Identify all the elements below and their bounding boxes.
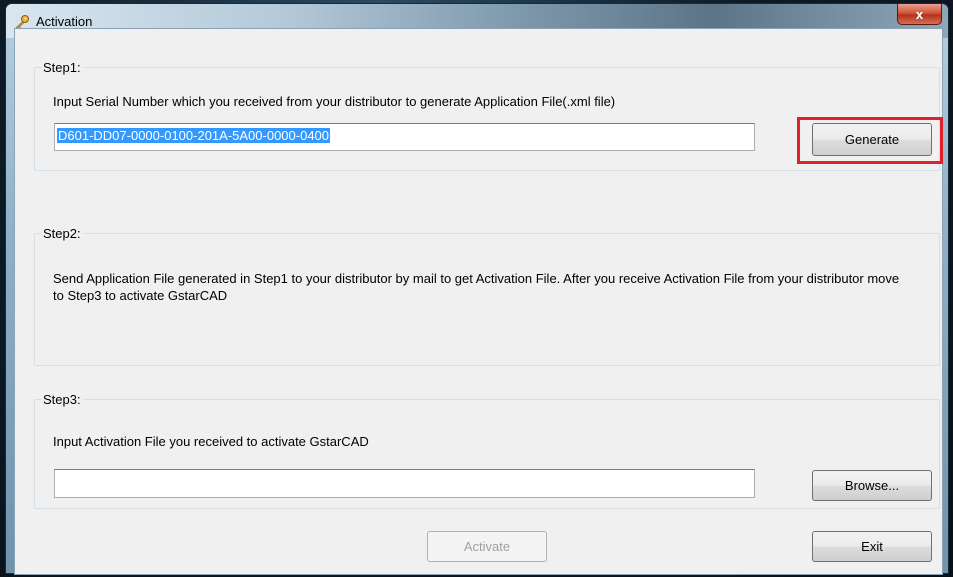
step1-description: Input Serial Number which you received f… — [53, 94, 616, 109]
step2-description: Send Application File generated in Step1… — [53, 271, 900, 303]
step3-group: Step3: Input Activation File you receive… — [34, 392, 940, 509]
step3-description: Input Activation File you received to ac… — [53, 434, 369, 449]
serial-number-input[interactable]: D601-DD07-0000-0100-201A-5A00-0000-0400 — [54, 123, 755, 151]
serial-number-value: D601-DD07-0000-0100-201A-5A00-0000-0400 — [57, 128, 331, 143]
exit-button[interactable]: Exit — [812, 531, 932, 562]
dialog-body: Step1: Input Serial Number which you rec… — [14, 28, 943, 575]
step1-label: Step1: — [41, 60, 83, 75]
step3-label: Step3: — [41, 392, 83, 407]
highlight-box — [797, 117, 943, 164]
step2-label: Step2: — [41, 226, 83, 241]
activation-file-input[interactable] — [54, 469, 755, 498]
step2-group: Step2: Send Application File generated i… — [34, 226, 940, 366]
window-title: Activation — [36, 14, 93, 29]
activation-dialog: Activation x Step1: Input Serial Number … — [6, 4, 948, 575]
activate-button[interactable]: Activate — [427, 531, 547, 562]
close-icon: x — [915, 6, 924, 22]
browse-button[interactable]: Browse... — [812, 470, 932, 501]
close-button[interactable]: x — [897, 4, 942, 25]
